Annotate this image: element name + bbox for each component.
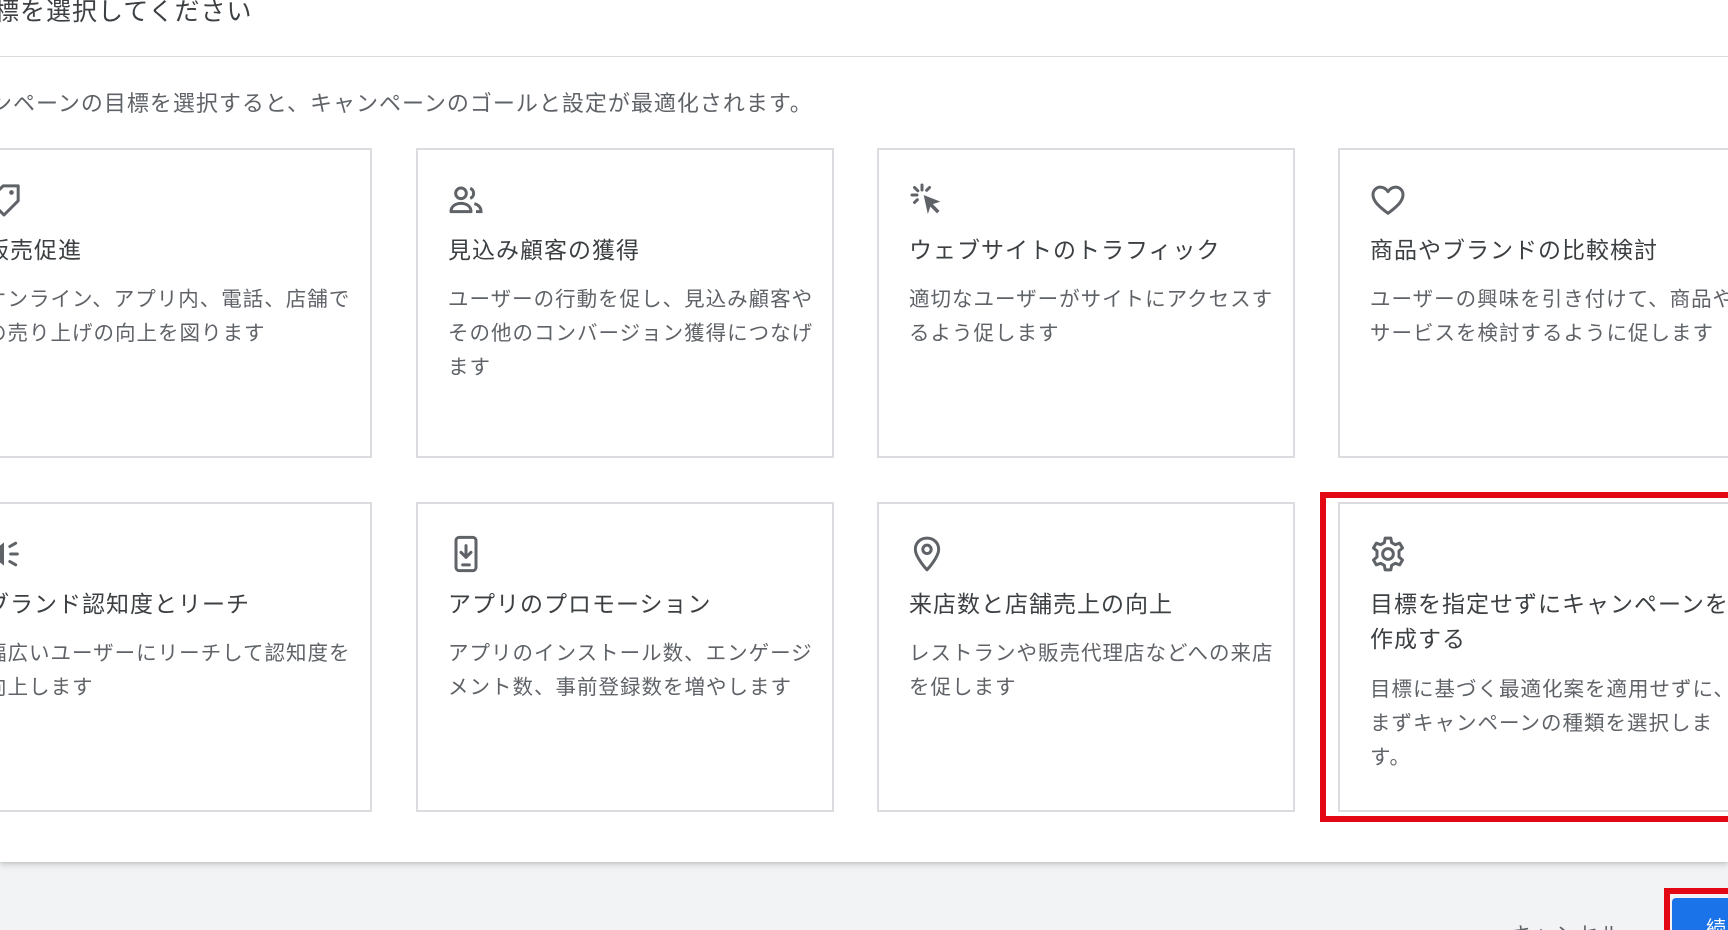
goal-card-description: ユーザーの興味を引き付けて、商品やサービスを検討するように促します <box>1370 287 1728 345</box>
goal-card-description: レストランや販売代理店などへの来店を促します <box>909 641 1274 699</box>
goal-card-title: ウェブサイトのトラフィック <box>909 238 1221 264</box>
divider <box>0 56 1728 57</box>
phone-download-icon <box>446 534 486 574</box>
people-icon <box>446 180 486 220</box>
panel-title: 標を選択してください <box>0 0 253 26</box>
goal-card-consideration[interactable]: 商品やブランドの比較検討 ユーザーの興味を引き付けて、商品やサービスを検討するよ… <box>1338 148 1728 458</box>
goal-card-sales[interactable]: 販売促進 オンライン、アプリ内、電話、店舗での売り上げの向上を図ります <box>0 148 372 458</box>
goal-card-brand-awareness[interactable]: ブランド認知度とリーチ 幅広いユーザーにリーチして認知度を向上します <box>0 502 372 812</box>
cursor-click-icon <box>907 180 947 220</box>
goal-card-title: アプリのプロモーション <box>448 592 712 618</box>
goal-card-title: ブランド認知度とリーチ <box>0 592 250 618</box>
goal-card-description: オンライン、アプリ内、電話、店舗での売り上げの向上を図ります <box>0 287 351 345</box>
goal-card-title: 見込み顧客の獲得 <box>448 238 640 264</box>
continue-button[interactable]: 続 <box>1672 898 1728 930</box>
goal-card-title: 商品やブランドの比較検討 <box>1370 238 1658 264</box>
heart-icon <box>1368 180 1408 220</box>
goal-card-store-visits[interactable]: 来店数と店舗売上の向上 レストランや販売代理店などへの来店を促します <box>877 502 1295 812</box>
goal-card-title: 目標を指定せずにキャンペーンを作成する <box>1370 592 1728 653</box>
tag-icon <box>0 180 24 220</box>
goal-card-description: ユーザーの行動を促し、見込み顧客やその他のコンバージョン獲得につなげます <box>448 287 814 379</box>
campaign-goal-page: 標を選択してください ンペーンの目標を選択すると、キャンペーンのゴールと設定が最… <box>0 0 1728 930</box>
goal-card-app-promotion[interactable]: アプリのプロモーション アプリのインストール数、エンゲージメント数、事前登録数を… <box>416 502 834 812</box>
goal-card-no-goal[interactable]: 目標を指定せずにキャンペーンを作成する 目標に基づく最適化案を適用せずに、まずキ… <box>1338 502 1728 812</box>
goal-card-description: アプリのインストール数、エンゲージメント数、事前登録数を増やします <box>448 641 813 699</box>
goal-card-description: 目標に基づく最適化案を適用せずに、まずキャンペーンの種類を選択します。 <box>1370 677 1728 769</box>
goal-card-description: 幅広いユーザーにリーチして認知度を向上します <box>0 641 351 699</box>
goal-selection-panel: 標を選択してください ンペーンの目標を選択すると、キャンペーンのゴールと設定が最… <box>0 0 1728 862</box>
cancel-link[interactable]: キャンセル <box>1512 918 1622 930</box>
location-pin-icon <box>907 534 947 574</box>
gear-icon <box>1368 534 1408 574</box>
megaphone-icon <box>0 534 24 574</box>
goal-card-description: 適切なユーザーがサイトにアクセスするよう促します <box>909 287 1274 345</box>
goal-card-title: 販売促進 <box>0 238 82 264</box>
goal-card-website-traffic[interactable]: ウェブサイトのトラフィック 適切なユーザーがサイトにアクセスするよう促します <box>877 148 1295 458</box>
goal-card-title: 来店数と店舗売上の向上 <box>909 592 1173 618</box>
goal-card-leads[interactable]: 見込み顧客の獲得 ユーザーの行動を促し、見込み顧客やその他のコンバージョン獲得に… <box>416 148 834 458</box>
panel-description: ンペーンの目標を選択すると、キャンペーンのゴールと設定が最適化されます。 <box>0 92 813 117</box>
